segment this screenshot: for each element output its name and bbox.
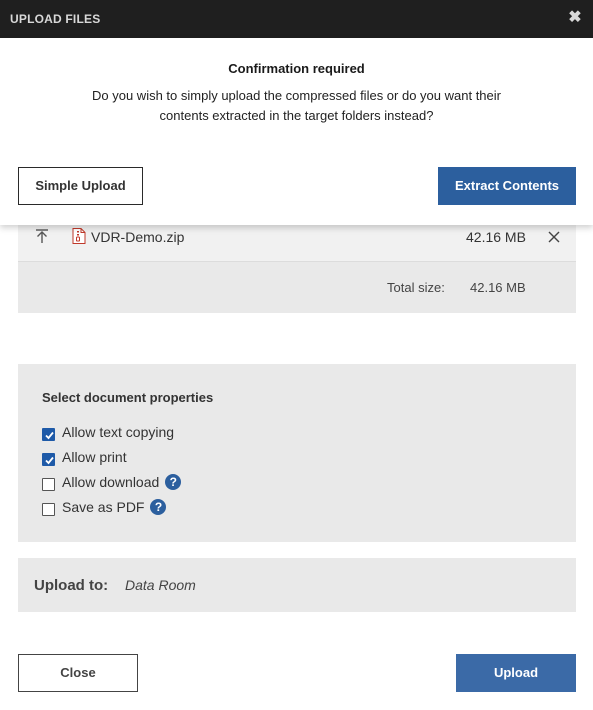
properties-heading: Select document properties	[42, 390, 214, 405]
total-size-value: 42.16 MB	[470, 280, 526, 295]
upload-button[interactable]: Upload	[456, 654, 576, 692]
upload-to-value[interactable]: Data Room	[125, 577, 196, 593]
document-properties-panel: Select document properties Allow text co…	[18, 364, 576, 542]
total-size-label: Total size:	[387, 280, 445, 295]
close-icon[interactable]: ✖	[566, 9, 584, 27]
checkbox-allow-text-copying[interactable]	[42, 427, 55, 441]
checkbox-allow-print[interactable]	[42, 452, 55, 466]
help-icon[interactable]: ?	[150, 499, 167, 515]
upload-to-label: Upload to:	[34, 577, 109, 594]
option-label: Allow download	[62, 474, 160, 490]
option-allow-download[interactable]: Allow download ?	[42, 473, 182, 491]
confirmation-message: Do you wish to simply upload the compres…	[92, 88, 501, 123]
help-icon[interactable]: ?	[165, 474, 182, 490]
file-list: VDR-Demo.zip 42.16 MB Total size: 42.16 …	[18, 212, 576, 313]
checkbox-allow-download[interactable]	[42, 477, 55, 491]
zip-file-icon	[72, 228, 86, 244]
option-allow-text-copying[interactable]: Allow text copying	[42, 423, 174, 441]
dialog-title: UPLOAD FILES	[10, 12, 101, 26]
option-label: Allow print	[62, 449, 127, 465]
dialog-titlebar: UPLOAD FILES ✖	[0, 0, 593, 38]
option-save-as-pdf[interactable]: Save as PDF ?	[42, 498, 167, 516]
option-label: Save as PDF	[62, 499, 145, 515]
upload-destination: Upload to: Data Room	[18, 558, 576, 612]
close-button[interactable]: Close	[18, 654, 138, 692]
upload-arrow-icon	[34, 228, 50, 244]
extract-contents-button[interactable]: Extract Contents	[438, 167, 576, 205]
confirmation-panel: Confirmation required Do you wish to sim…	[0, 38, 593, 225]
simple-upload-button[interactable]: Simple Upload	[18, 167, 143, 205]
file-name: VDR-Demo.zip	[91, 229, 185, 245]
checkbox-save-as-pdf[interactable]	[42, 502, 55, 516]
file-size: 42.16 MB	[466, 229, 526, 245]
option-allow-print[interactable]: Allow print	[42, 448, 127, 466]
confirmation-heading: Confirmation required	[228, 61, 365, 76]
remove-file-icon[interactable]	[548, 230, 560, 243]
option-label: Allow text copying	[62, 424, 175, 440]
